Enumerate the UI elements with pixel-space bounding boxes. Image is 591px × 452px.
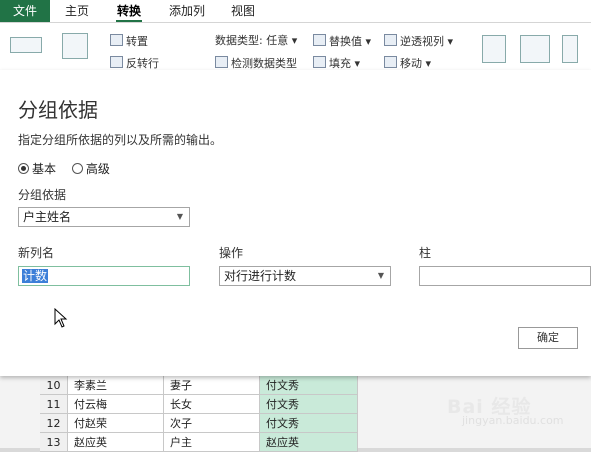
chevron-down-icon: ▼ [176, 212, 183, 221]
table-cell[interactable]: 付文秀 [260, 376, 358, 395]
table-cell[interactable]: 李素兰 [68, 376, 164, 395]
tab-file[interactable]: 文件 [0, 0, 50, 22]
detect-type-icon [215, 56, 228, 68]
move-icon [384, 56, 397, 68]
table-cell[interactable]: 11 [40, 395, 68, 414]
tab-add-column[interactable]: 添加列 [163, 0, 211, 22]
radio-advanced[interactable]: 高级 [71, 162, 110, 176]
table-cell[interactable]: 10 [40, 376, 68, 395]
ribbon-tab-bar: 文件 主页 转换 添加列 视图 [0, 0, 591, 23]
radio-basic[interactable]: 基本 [18, 162, 56, 176]
table-cell[interactable]: 付赵荣 [68, 414, 164, 433]
dialog-title: 分组依据 [18, 98, 98, 122]
group-by-dialog: 分组依据 指定分组所依据的列以及所需的输出。 基本 高级 分组依据 户主姓名 ▼… [0, 70, 591, 376]
mouse-pointer-icon [54, 308, 68, 328]
tab-view[interactable]: 视图 [226, 0, 260, 22]
table-cell[interactable]: 12 [40, 414, 68, 433]
table-cell[interactable]: 次子 [164, 414, 260, 433]
fill-button[interactable]: 填充 ▾ [313, 56, 360, 70]
format-text-icon[interactable] [520, 35, 550, 63]
reverse-rows-icon [110, 56, 123, 68]
replace-values-button[interactable]: 替换值 ▾ [313, 34, 371, 48]
table-icon[interactable] [62, 33, 88, 59]
watermark-url: jingyan.baidu.com [462, 414, 564, 427]
reverse-rows-button[interactable]: 反转行 [110, 56, 159, 70]
operation-select[interactable]: 对行进行计数 ▼ [219, 266, 391, 286]
move-button[interactable]: 移动 ▾ [384, 56, 431, 70]
unpivot-button[interactable]: 逆透视列 ▾ [384, 34, 453, 48]
data-type-dropdown[interactable]: 数据类型: 任意 ▾ [215, 34, 297, 48]
new-column-input[interactable]: 计数 [18, 266, 190, 286]
group-by-select[interactable]: 户主姓名 ▼ [18, 207, 190, 227]
column-label: 柱 [419, 246, 432, 260]
chevron-down-icon: ▼ [377, 271, 384, 280]
mode-radio-group: 基本 高级 [18, 160, 110, 177]
dialog-subtitle: 指定分组所依据的列以及所需的输出。 [18, 133, 223, 147]
transpose-button[interactable]: 转置 [110, 34, 148, 48]
ok-button[interactable]: 确定 [518, 327, 578, 349]
tab-home[interactable]: 主页 [60, 0, 94, 22]
table-cell[interactable]: 妻子 [164, 376, 260, 395]
table-cell[interactable]: 付云梅 [68, 395, 164, 414]
split-column-icon[interactable] [482, 35, 506, 63]
group-by-label: 分组依据 [18, 188, 67, 202]
table-cell[interactable]: 付文秀 [260, 395, 358, 414]
detect-type-button[interactable]: 检测数据类型 [215, 56, 297, 70]
radio-basic-indicator[interactable] [18, 163, 29, 174]
tab-transform[interactable]: 转换 [110, 0, 148, 22]
table-cell[interactable]: 赵应英 [68, 433, 164, 452]
table-cell[interactable]: 赵应英 [260, 433, 358, 452]
transpose-icon [110, 34, 123, 46]
operation-label: 操作 [219, 246, 244, 260]
fill-icon [313, 56, 326, 68]
table-cell[interactable]: 13 [40, 433, 68, 452]
replace-icon [313, 34, 326, 46]
extract-icon[interactable] [562, 35, 578, 63]
ribbon: 转置 反转行 数据类型: 任意 ▾ 检测数据类型 替换值 ▾ 填充 ▾ 逆透视列… [0, 23, 591, 70]
table-cell[interactable]: 付文秀 [260, 414, 358, 433]
column-select[interactable] [419, 266, 591, 286]
group-by-icon[interactable] [10, 37, 42, 53]
unpivot-icon [384, 34, 397, 46]
table-cell[interactable]: 长女 [164, 395, 260, 414]
radio-advanced-indicator[interactable] [71, 163, 83, 174]
table-cell[interactable]: 户主 [164, 433, 260, 452]
new-column-label: 新列名 [18, 246, 55, 260]
